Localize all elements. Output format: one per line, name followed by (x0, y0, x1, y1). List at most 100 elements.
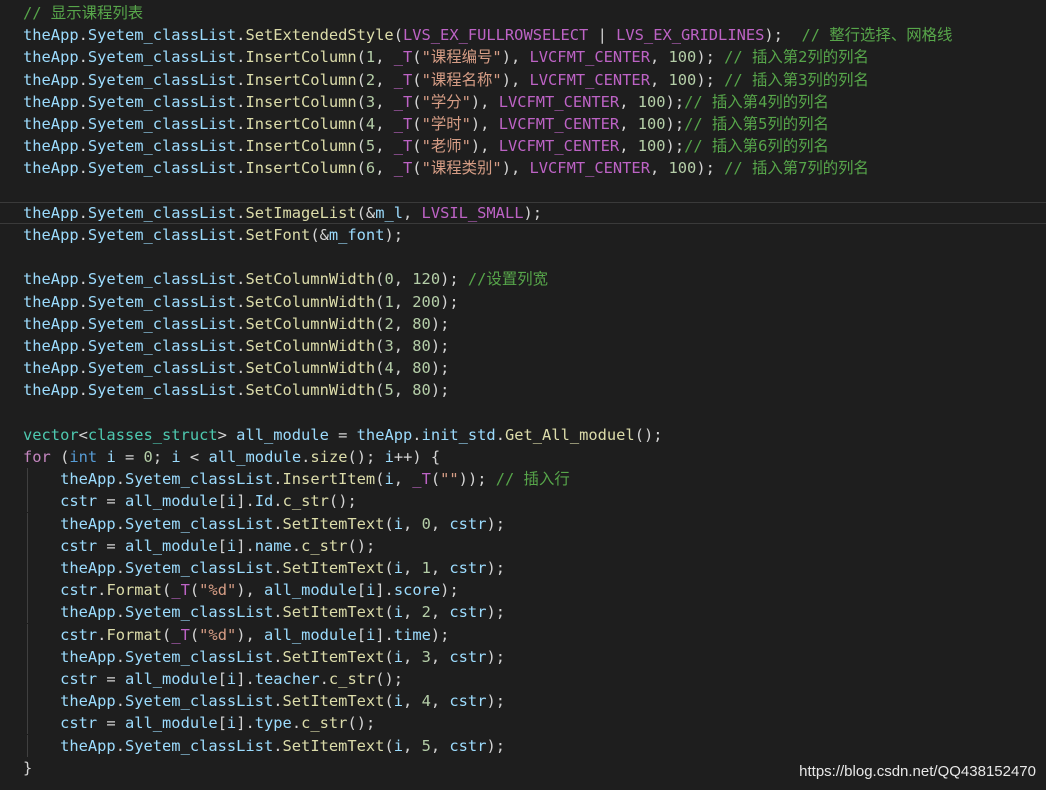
code-text: cstr = all_module[i].Id.c_str(); (23, 490, 357, 512)
code-token: Syetem_classList (124, 603, 274, 622)
code-token: "" (440, 470, 459, 489)
code-token: 80 (412, 337, 431, 355)
code-text: theApp.Syetem_classList.SetItemText(i, 4… (23, 690, 505, 712)
code-line[interactable]: cstr = all_module[i].teacher.c_str(); (0, 668, 1046, 690)
code-line[interactable]: cstr = all_module[i].Id.c_str(); (0, 490, 1046, 513)
code-text: theApp.Syetem_classList.SetItemText(i, 2… (23, 601, 505, 623)
code-token: ( (384, 647, 394, 666)
code-token: for (23, 448, 51, 466)
code-token: , (430, 647, 450, 666)
code-token: ); (696, 48, 725, 67)
code-token: 0 (143, 448, 153, 466)
code-token: theApp (23, 92, 79, 111)
code-token: Syetem_classList (124, 692, 274, 711)
code-line[interactable]: theApp.Syetem_classList.SetColumnWidth(4… (0, 357, 1046, 379)
code-token: Syetem_classList (124, 736, 274, 755)
code-token: ), (470, 115, 499, 133)
code-token: c_str (301, 714, 348, 733)
code-token: . (319, 670, 329, 688)
code-line[interactable]: theApp.Syetem_classList.SetImageList(&m_… (0, 201, 1046, 224)
code-line[interactable]: theApp.Syetem_classList.InsertColumn(5, … (0, 135, 1046, 157)
code-text: cstr.Format(_T("%d"), all_module[i].scor… (23, 579, 459, 601)
code-token: ( (393, 26, 403, 45)
code-token: cstr (449, 603, 487, 622)
code-token: . (115, 559, 125, 577)
code-token: vector (23, 425, 79, 444)
code-line[interactable]: cstr = all_module[i].name.c_str(); (0, 534, 1046, 557)
code-token: 120 (412, 270, 441, 289)
code-line[interactable]: cstr.Format(_T("%d"), all_module[i].time… (0, 623, 1046, 646)
code-line[interactable] (0, 180, 1046, 202)
code-token: | (588, 26, 617, 45)
code-line[interactable]: theApp.Syetem_classList.SetColumnWidth(0… (0, 268, 1046, 290)
code-line[interactable]: vector<classes_struct> all_module = theA… (0, 424, 1046, 446)
code-line[interactable]: theApp.Syetem_classList.SetFont(&m_font)… (0, 224, 1046, 246)
code-line[interactable]: theApp.Syetem_classList.SetExtendedStyle… (0, 24, 1046, 46)
code-token: . (273, 559, 283, 577)
code-token: 80 (412, 314, 431, 333)
code-token: InsertColumn (245, 70, 357, 89)
code-line[interactable]: theApp.Syetem_classList.SetColumnWidth(3… (0, 335, 1046, 357)
code-line[interactable]: theApp.Syetem_classList.SetItemText(i, 2… (0, 601, 1046, 624)
code-line[interactable]: theApp.Syetem_classList.SetColumnWidth(5… (0, 379, 1046, 401)
code-token: [ (217, 670, 227, 688)
code-editor[interactable]: // 显示课程列表 theApp.Syetem_classList.SetExte… (0, 0, 1046, 790)
code-line[interactable]: theApp.Syetem_classList.SetColumnWidth(2… (0, 313, 1046, 335)
code-token: time (393, 625, 431, 644)
code-token: ( (384, 736, 394, 755)
code-line[interactable]: cstr.Format(_T("%d"), all_module[i].scor… (0, 579, 1046, 602)
code-token: , (393, 337, 413, 355)
code-text: theApp.Syetem_classList.InsertItem(i, _T… (23, 468, 570, 490)
code-line[interactable]: theApp.Syetem_classList.SetItemText(i, 4… (0, 690, 1046, 713)
code-token: // 插入第4列的列名 (684, 92, 829, 111)
code-token: SetColumnWidth (245, 359, 376, 378)
code-token: all_module (124, 492, 218, 511)
code-line[interactable]: theApp.Syetem_classList.InsertColumn(4, … (0, 113, 1046, 135)
code-line[interactable]: theApp.Syetem_classList.InsertColumn(6, … (0, 157, 1046, 179)
code-line[interactable]: theApp.Syetem_classList.InsertColumn(2, … (0, 69, 1046, 91)
code-token: Syetem_classList (124, 514, 274, 533)
code-line[interactable]: theApp.Syetem_classList.SetItemText(i, 3… (0, 645, 1046, 668)
code-token: Syetem_classList (87, 337, 237, 355)
code-token: , (393, 314, 413, 333)
code-line[interactable]: theApp.Syetem_classList.InsertItem(i, _T… (0, 468, 1046, 491)
code-text: vector<classes_struct> all_module = theA… (23, 424, 663, 446)
code-line[interactable] (0, 246, 1046, 268)
code-token: SetItemText (282, 514, 385, 533)
code-token: (& (356, 203, 376, 222)
code-token: _T (171, 581, 190, 600)
code-token: (); (347, 448, 385, 466)
code-token: i (393, 559, 404, 577)
code-line[interactable]: theApp.Syetem_classList.InsertColumn(1, … (0, 46, 1046, 68)
code-token: ( (384, 692, 394, 711)
code-token: theApp (23, 115, 79, 133)
code-token: all_module (124, 714, 218, 733)
code-token: ; (152, 448, 172, 466)
code-token: ( (189, 625, 200, 644)
code-line[interactable]: theApp.Syetem_classList.SetColumnWidth(1… (0, 291, 1046, 313)
code-token: , (403, 559, 422, 577)
code-token: // 插入第5列的列名 (684, 115, 829, 133)
code-line[interactable]: theApp.Syetem_classList.SetItemText(i, 1… (0, 557, 1046, 579)
code-token: ); (486, 559, 506, 577)
code-token: . (291, 714, 302, 733)
code-token: . (273, 514, 283, 533)
code-token: LVCFMT_CENTER (529, 159, 650, 178)
code-token: ); (665, 137, 685, 156)
code-line[interactable] (0, 402, 1046, 424)
code-token: i (393, 603, 404, 622)
code-line[interactable]: // 显示课程列表 (0, 2, 1046, 24)
code-line[interactable]: for (int i = 0; i < all_module.size(); i… (0, 446, 1046, 468)
code-line[interactable]: theApp.Syetem_classList.SetItemText(i, 5… (0, 734, 1046, 757)
code-token: ]. (236, 492, 255, 511)
code-token: c_str (328, 670, 376, 688)
code-line[interactable]: cstr = all_module[i].type.c_str(); (0, 712, 1046, 735)
code-line[interactable]: theApp.Syetem_classList.InsertColumn(3, … (0, 91, 1046, 113)
code-token: . (78, 270, 88, 289)
code-token: 0 (384, 270, 394, 289)
code-token: , (403, 203, 422, 222)
code-token: . (78, 292, 88, 311)
code-line[interactable]: theApp.Syetem_classList.SetItemText(i, 0… (0, 512, 1046, 535)
